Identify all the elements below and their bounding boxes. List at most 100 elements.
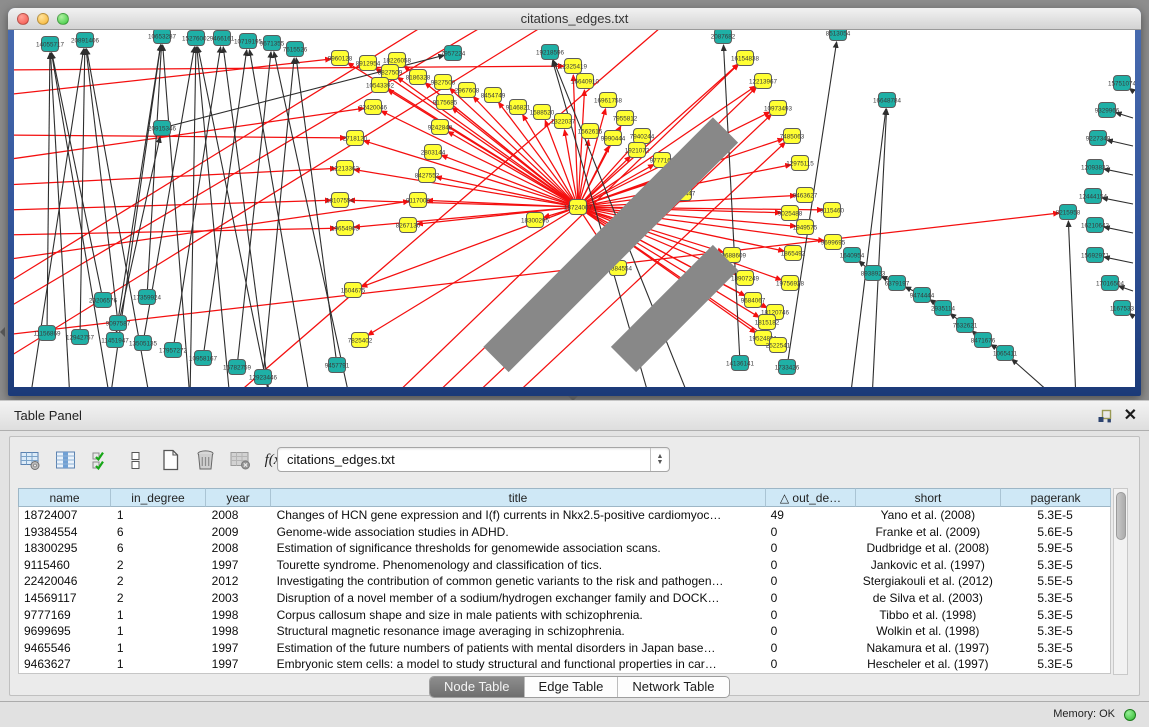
cell-name: 14569117: [19, 590, 112, 607]
table-scrollbar[interactable]: [1113, 488, 1128, 675]
table-header-row: namein_degreeyeartitle△ out_de…shortpage…: [18, 488, 1111, 507]
column-header-title[interactable]: title: [271, 488, 766, 507]
cell-title: Investigating the contribution of common…: [272, 573, 766, 590]
import-table-disabled-button[interactable]: [228, 448, 252, 472]
cell-title: Tourette syndrome. Phenomenology and cla…: [272, 557, 766, 574]
cell-year: 2009: [207, 524, 272, 541]
cell-in_degree: 1: [112, 656, 207, 673]
table-row[interactable]: 911546021997Tourette syndrome. Phenomeno…: [19, 557, 1110, 574]
table-empty-area: [18, 673, 1111, 674]
table-row[interactable]: 2242004622012Investigating the contribut…: [19, 573, 1110, 590]
show-columns-button[interactable]: [53, 448, 77, 472]
column-header-pagerank[interactable]: pagerank: [1001, 488, 1111, 507]
cell-out_de: 0: [766, 540, 856, 557]
cell-short: Stergiakouli et al. (2012): [855, 573, 1000, 590]
cell-title: Changes of HCN gene expression and I(f) …: [272, 507, 766, 524]
cell-name: 9777169: [19, 607, 112, 624]
network-window-title: citations_edges.txt: [8, 8, 1141, 30]
cell-short: Jankovic et al. (1997): [855, 557, 1000, 574]
cell-year: 1998: [207, 607, 272, 624]
cell-short: Franke et al. (2009): [855, 524, 1000, 541]
table-selector-dropdown[interactable]: citations_edges.txt ▲▼: [277, 447, 670, 472]
table-row[interactable]: 946362711997Embryonic stem cells: a mode…: [19, 656, 1110, 673]
cell-pagerank: 5.3E-5: [1000, 623, 1110, 640]
cell-short: de Silva et al. (2003): [855, 590, 1000, 607]
column-header-short[interactable]: short: [856, 488, 1001, 507]
table-row[interactable]: 946554611997Estimation of the future num…: [19, 640, 1110, 657]
table-row[interactable]: 977716911998Corpus callosum shape and si…: [19, 607, 1110, 624]
cell-pagerank: 5.9E-5: [1000, 540, 1110, 557]
network-window[interactable]: citations_edges.txt 18724007996012889129…: [8, 8, 1141, 396]
cell-short: Wolkin et al. (1998): [855, 623, 1000, 640]
cell-name: 18724007: [19, 507, 112, 524]
cell-name: 18300295: [19, 540, 112, 557]
cell-year: 1997: [207, 656, 272, 673]
cell-short: Hescheler et al. (1997): [855, 656, 1000, 673]
cell-in_degree: 1: [112, 507, 207, 524]
row-height-button[interactable]: [123, 448, 147, 472]
cell-year: 2008: [207, 507, 272, 524]
cell-out_de: 0: [766, 607, 856, 624]
cell-out_de: 0: [766, 557, 856, 574]
table-row[interactable]: 969969511998Structural magnetic resonanc…: [19, 623, 1110, 640]
cell-name: 9115460: [19, 557, 112, 574]
column-header-name[interactable]: name: [18, 488, 111, 507]
tab-network-table[interactable]: Network Table: [618, 677, 728, 697]
cell-in_degree: 2: [112, 590, 207, 607]
column-header-year[interactable]: year: [206, 488, 271, 507]
float-panel-icon[interactable]: [1096, 408, 1113, 425]
cell-out_de: 49: [766, 507, 856, 524]
cell-pagerank: 5.3E-5: [1000, 656, 1110, 673]
cell-in_degree: 1: [112, 623, 207, 640]
table-row[interactable]: 1830029562008Estimation of significance …: [19, 540, 1110, 557]
cell-short: Yano et al. (2008): [855, 507, 1000, 524]
cell-title: Genome-wide association studies in ADHD.: [272, 524, 766, 541]
cell-in_degree: 2: [112, 557, 207, 574]
cell-pagerank: 5.3E-5: [1000, 640, 1110, 657]
status-bar: Memory: OK: [0, 701, 1149, 727]
memory-status-indicator[interactable]: [1124, 709, 1136, 721]
table-panel-header: Table Panel ✕: [0, 400, 1149, 431]
table-panel-inner: f(x) citations_edges.txt ▲▼ namein_degre…: [9, 436, 1140, 696]
cell-title: Structural magnetic resonance image aver…: [272, 623, 766, 640]
cell-year: 2003: [207, 590, 272, 607]
memory-status-label: Memory: OK: [1053, 702, 1115, 727]
cell-in_degree: 2: [112, 573, 207, 590]
cell-year: 1997: [207, 640, 272, 657]
cell-name: 19384554: [19, 524, 112, 541]
table-options-button[interactable]: [18, 448, 42, 472]
cell-out_de: 0: [766, 656, 856, 673]
cell-pagerank: 5.3E-5: [1000, 557, 1110, 574]
cell-out_de: 0: [766, 573, 856, 590]
tab-edge-table[interactable]: Edge Table: [525, 677, 619, 697]
resize-grip-icon[interactable]: [14, 30, 1133, 385]
table-row[interactable]: 1456911722003Disruption of a novel membe…: [19, 590, 1110, 607]
cell-out_de: 0: [766, 590, 856, 607]
cell-name: 9699695: [19, 623, 112, 640]
cell-year: 2012: [207, 573, 272, 590]
table-row[interactable]: 1938455462009Genome-wide association stu…: [19, 524, 1110, 541]
table-row[interactable]: 1872400712008Changes of HCN gene express…: [19, 507, 1110, 524]
network-canvas[interactable]: 1872400799601288912954182260589827509105…: [14, 30, 1135, 387]
new-table-button[interactable]: [158, 448, 182, 472]
cell-title: Corpus callosum shape and size in male p…: [272, 607, 766, 624]
delete-table-button[interactable]: [193, 448, 217, 472]
tab-node-table[interactable]: Node Table: [430, 677, 525, 697]
cell-year: 1997: [207, 557, 272, 574]
network-window-titlebar[interactable]: citations_edges.txt: [8, 8, 1141, 30]
cell-short: Nakamura et al. (1997): [855, 640, 1000, 657]
cell-title: Embryonic stem cells: a model to study s…: [272, 656, 766, 673]
table-scrollbar-thumb[interactable]: [1116, 492, 1126, 540]
cell-pagerank: 5.3E-5: [1000, 590, 1110, 607]
table-selector-value: citations_edges.txt: [287, 448, 395, 471]
cell-pagerank: 5.3E-5: [1000, 507, 1110, 524]
split-pane-handle-left-icon[interactable]: [0, 327, 5, 337]
column-header-out_de[interactable]: △ out_de…: [766, 488, 856, 507]
cell-short: Tibbo et al. (1998): [855, 607, 1000, 624]
cell-pagerank: 5.3E-5: [1000, 607, 1110, 624]
column-header-in_degree[interactable]: in_degree: [111, 488, 206, 507]
cell-in_degree: 6: [112, 540, 207, 557]
close-panel-icon[interactable]: ✕: [1124, 405, 1137, 425]
table-panel-title: Table Panel: [14, 401, 82, 431]
select-all-rows-button[interactable]: [88, 448, 112, 472]
